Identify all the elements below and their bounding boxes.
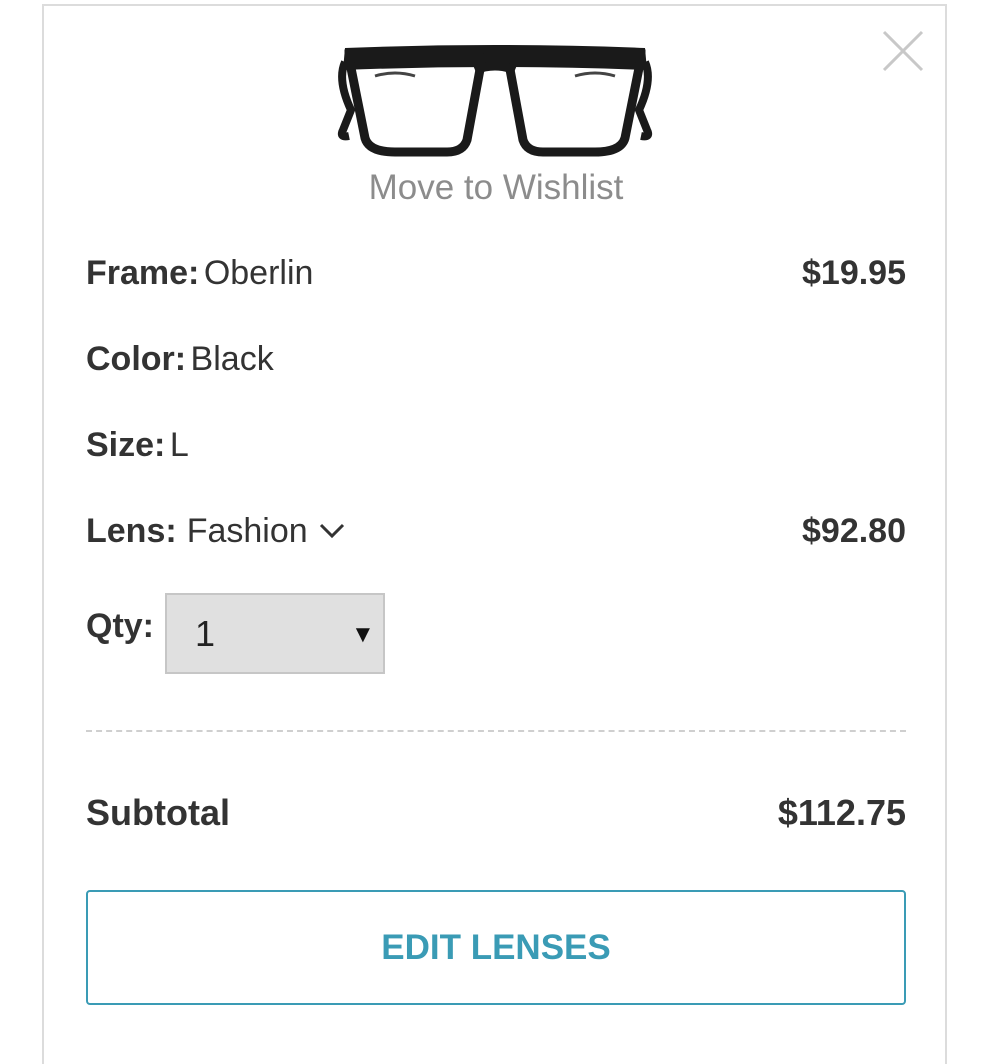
color-label: Color:: [86, 339, 187, 378]
frame-price: $19.95: [802, 253, 906, 292]
divider: [86, 730, 906, 732]
qty-select[interactable]: 1 ▼: [165, 593, 385, 674]
size-label: Size:: [86, 425, 166, 464]
size-row: Size: L: [86, 420, 906, 470]
color-row: Color: Black: [86, 334, 906, 384]
chevron-down-icon: [319, 523, 344, 539]
lens-price: $92.80: [802, 511, 906, 550]
frame-label: Frame:: [86, 253, 200, 292]
size-value: L: [169, 425, 189, 464]
lens-label: Lens:: [86, 511, 177, 550]
color-value: Black: [190, 339, 274, 378]
subtotal-value: $112.75: [777, 792, 906, 833]
subtotal-row: Subtotal $112.75: [86, 788, 906, 838]
caret-down-icon: ▼: [351, 621, 375, 648]
edit-lenses-button[interactable]: EDIT LENSES: [86, 890, 906, 1005]
qty-label: Qty:: [86, 607, 154, 645]
frame-row: Frame: Oberlin $19.95: [86, 248, 906, 298]
move-to-wishlist-link[interactable]: Move to Wishlist: [0, 166, 992, 210]
product-image: [337, 45, 653, 157]
close-icon[interactable]: [880, 28, 926, 74]
qty-value: 1: [195, 613, 216, 654]
lens-row: Lens: Fashion $92.80: [86, 506, 906, 556]
frame-value: Oberlin: [203, 253, 314, 292]
lens-value: Fashion: [186, 511, 308, 550]
lens-dropdown[interactable]: Fashion: [177, 512, 346, 551]
subtotal-label: Subtotal: [86, 792, 230, 833]
